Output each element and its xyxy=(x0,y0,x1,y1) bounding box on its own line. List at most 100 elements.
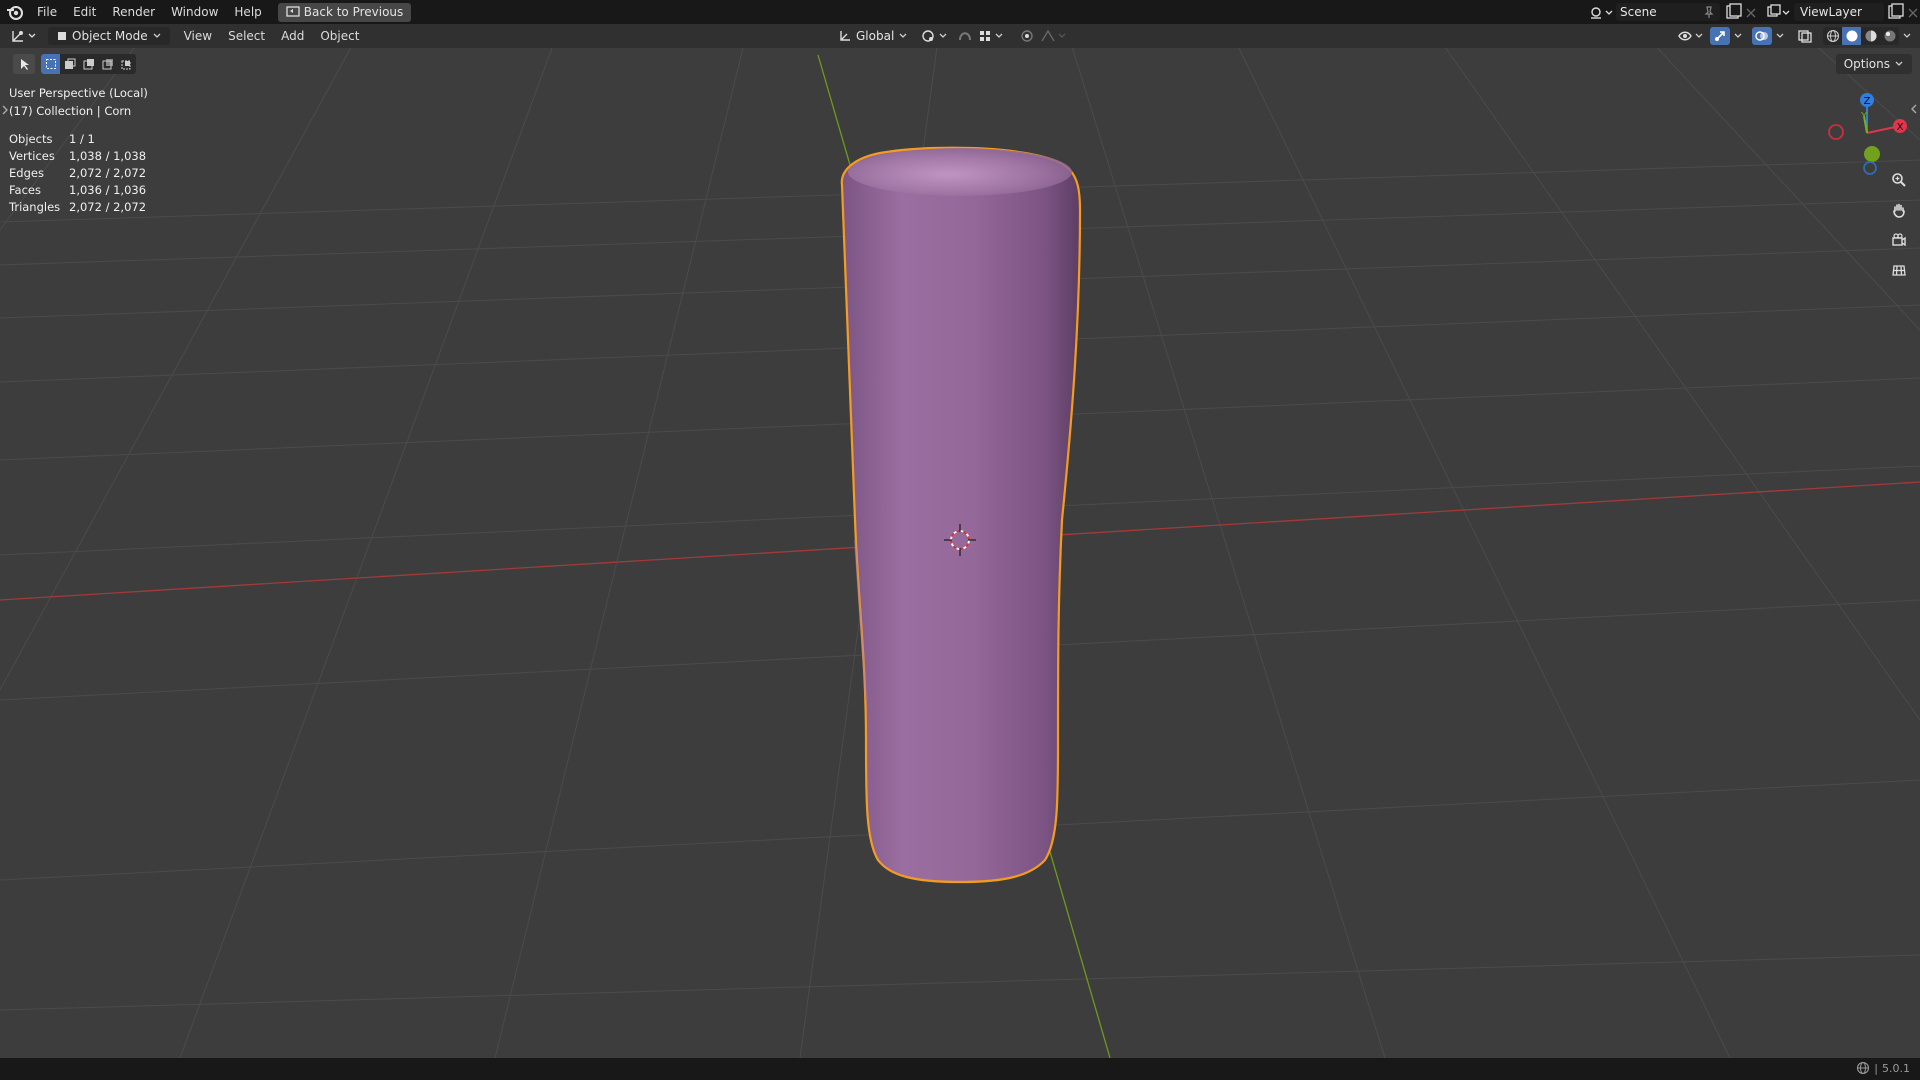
intersect-selection-button[interactable] xyxy=(117,54,136,74)
camera-view-button[interactable] xyxy=(1888,229,1910,251)
toolbar-toggle-icon[interactable] xyxy=(1,104,9,116)
menu-window[interactable]: Window xyxy=(163,0,226,24)
solid-shading-button[interactable] xyxy=(1842,27,1861,45)
snap-target-icon[interactable] xyxy=(978,28,1008,44)
rendered-sphere-icon xyxy=(1884,30,1895,42)
delete-scene-icon[interactable] xyxy=(1744,3,1758,21)
falloff-icon[interactable] xyxy=(1040,28,1070,44)
menu-view[interactable]: View xyxy=(176,24,220,48)
chevron-down-icon[interactable] xyxy=(1902,28,1912,44)
gizmo-z-label: Z xyxy=(1864,96,1871,107)
tweak-tool-button[interactable] xyxy=(13,54,35,74)
chevron-down-icon[interactable] xyxy=(1775,28,1785,44)
version-label: 5.0.1 xyxy=(1882,1061,1910,1075)
new-viewlayer-icon[interactable] xyxy=(1886,3,1906,21)
set-new-selection-button[interactable] xyxy=(41,54,60,74)
chevron-down-icon xyxy=(153,33,161,38)
menu-file[interactable]: File xyxy=(29,0,65,24)
viewlayer-selector[interactable]: ViewLayer xyxy=(1766,3,1920,21)
options-label: Options xyxy=(1843,57,1890,71)
sidebar-toggle-icon[interactable] xyxy=(1910,103,1918,115)
stat-value: 1 / 1 xyxy=(69,132,95,146)
gizmo-toggle-button[interactable] xyxy=(1710,27,1730,45)
view-name: User Perspective (Local) xyxy=(9,86,148,100)
overlays-toggle-button[interactable] xyxy=(1752,27,1772,45)
hand-icon xyxy=(1893,203,1905,218)
menu-object[interactable]: Object xyxy=(312,24,367,48)
menu-select[interactable]: Select xyxy=(220,24,273,48)
snap-icon[interactable] xyxy=(956,28,974,44)
navigation-gizmo[interactable]: Z X Y xyxy=(1820,88,1910,178)
menu-edit[interactable]: Edit xyxy=(65,0,104,24)
stat-value: 1,036 / 1,036 xyxy=(69,183,147,197)
status-bar: | 5.0.1 xyxy=(0,1058,1920,1080)
select-new-icon xyxy=(45,59,56,69)
menu-render[interactable]: Render xyxy=(104,0,163,24)
back-to-previous-label: Back to Previous xyxy=(303,5,404,19)
stat-label: Triangles xyxy=(9,200,61,214)
select-extend-icon xyxy=(64,58,75,69)
select-invert-icon xyxy=(102,59,113,70)
pin-icon[interactable] xyxy=(1702,5,1716,19)
gizmo-x-label: X xyxy=(1897,122,1904,133)
stat-objects: Objects 1 / 1 xyxy=(9,132,95,146)
chevron-down-icon xyxy=(899,33,907,38)
extend-selection-button[interactable] xyxy=(60,54,79,74)
wireframe-icon xyxy=(1826,29,1839,43)
corn-object[interactable] xyxy=(840,146,1082,884)
viewlayer-icon xyxy=(1767,4,1790,17)
viewlayer-name[interactable]: ViewLayer xyxy=(1800,5,1862,19)
object-mode-dropdown[interactable]: Object Mode xyxy=(48,27,170,45)
object-mode-icon xyxy=(58,32,66,40)
stat-vertices: Vertices 1,038 / 1,038 xyxy=(9,149,146,163)
select-subtract-icon xyxy=(83,59,94,70)
visibility-icon[interactable] xyxy=(1677,28,1707,44)
editor-type-selector[interactable] xyxy=(10,28,40,44)
rendered-shading-button[interactable] xyxy=(1880,29,1899,43)
stat-triangles: Triangles 2,072 / 2,072 xyxy=(9,200,146,214)
viewport-shading-tools xyxy=(1677,27,1912,45)
scene-selector[interactable]: Scene xyxy=(1588,3,1758,21)
shading-mode-group xyxy=(1823,27,1899,45)
scene-name[interactable]: Scene xyxy=(1620,5,1657,19)
options-dropdown[interactable]: Options xyxy=(1835,54,1912,74)
material-sphere-icon xyxy=(1865,30,1876,42)
3d-viewport[interactable]: User Perspective (Local) (17) Collection… xyxy=(0,24,1920,1058)
subtract-selection-button[interactable] xyxy=(79,54,98,74)
3d-view-icon xyxy=(12,31,36,42)
orthographic-toggle-button[interactable] xyxy=(1888,259,1910,281)
viewport-header: Object Mode View Select Add Object Globa… xyxy=(0,24,1920,48)
collection-info: (17) Collection | Corn xyxy=(9,104,132,118)
scene-icon xyxy=(1591,7,1613,19)
select-intersect-icon xyxy=(121,60,130,70)
menu-help[interactable]: Help xyxy=(226,0,269,24)
solid-sphere-icon xyxy=(1846,30,1857,42)
proportional-edit-icon[interactable] xyxy=(1018,28,1036,44)
grid-icon xyxy=(1892,265,1906,276)
camera-icon xyxy=(1892,233,1906,247)
viewport-scene[interactable] xyxy=(0,24,1920,1058)
chevron-down-icon xyxy=(1895,61,1903,66)
transform-tools: Global xyxy=(838,27,1070,45)
wireframe-shading-button[interactable] xyxy=(1823,29,1842,43)
select-mode-tools xyxy=(13,54,136,74)
delete-viewlayer-icon[interactable] xyxy=(1906,3,1920,21)
material-shading-button[interactable] xyxy=(1861,29,1880,43)
stat-label: Edges xyxy=(9,166,44,180)
transform-orientation-dropdown[interactable]: Global xyxy=(838,27,908,45)
zoom-button[interactable] xyxy=(1888,169,1910,191)
new-scene-icon[interactable] xyxy=(1724,3,1744,21)
invert-selection-button[interactable] xyxy=(98,54,117,74)
main-menu: File Edit Render Window Help xyxy=(29,0,270,24)
pan-button[interactable] xyxy=(1888,199,1910,221)
stat-value: 2,072 / 2,072 xyxy=(69,166,147,180)
blender-logo-icon[interactable] xyxy=(5,2,25,22)
menu-add[interactable]: Add xyxy=(273,24,312,48)
chevron-down-icon[interactable] xyxy=(1733,28,1743,44)
pivot-point-icon[interactable] xyxy=(920,28,950,44)
xray-toggle-icon[interactable] xyxy=(1796,28,1814,44)
stat-label: Vertices xyxy=(9,149,55,163)
gizmo-icon xyxy=(1715,31,1725,41)
back-to-previous-button[interactable]: Back to Previous xyxy=(277,2,412,22)
stat-value: 2,072 / 2,072 xyxy=(69,200,147,214)
